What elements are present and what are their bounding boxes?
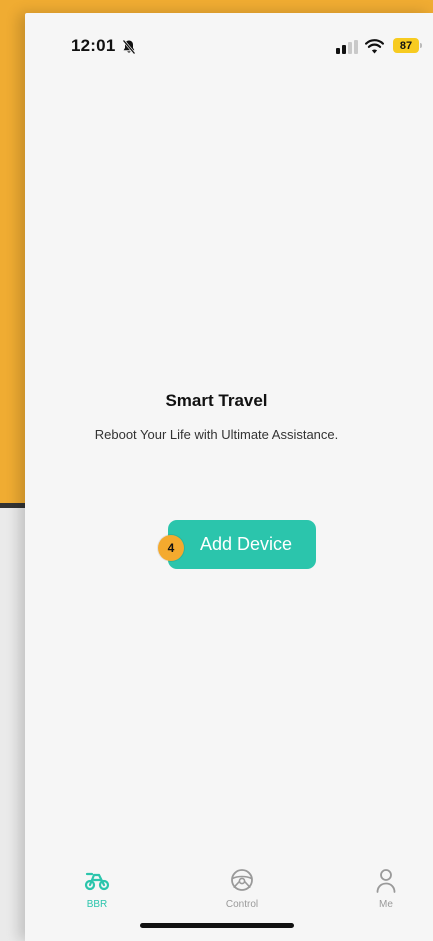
tab-control[interactable]: Control [202, 866, 282, 916]
add-device-button[interactable]: Add Device [168, 520, 316, 569]
tab-bbr[interactable]: BBR [57, 866, 137, 916]
tab-bbr-label: BBR [86, 899, 108, 910]
phone-screen: 12:01 87 Smart Travel Reboot Your Life w… [25, 13, 433, 941]
tab-control-label: Control [225, 899, 259, 910]
tab-me[interactable]: Me [346, 866, 426, 916]
status-bar: 12:01 87 [25, 13, 433, 73]
bike-icon [84, 872, 110, 891]
page-title: Smart Travel [165, 391, 268, 410]
step-badge: 4 [158, 535, 184, 561]
cellular-signal-icon [336, 40, 358, 54]
bell-slash-icon [122, 39, 136, 55]
battery-cap [420, 43, 422, 48]
steering-wheel-icon [231, 869, 253, 891]
tab-me-label: Me [379, 899, 393, 910]
battery-level: 87 [399, 39, 413, 52]
battery-indicator: 87 [393, 38, 419, 53]
page-subtitle: Reboot Your Life with Ultimate Assistanc… [94, 427, 339, 442]
status-time: 12:01 [71, 36, 116, 55]
person-icon [376, 869, 396, 893]
home-indicator[interactable] [140, 923, 294, 928]
wifi-icon [365, 39, 384, 54]
tab-bar: BBR Control Me [25, 853, 433, 923]
